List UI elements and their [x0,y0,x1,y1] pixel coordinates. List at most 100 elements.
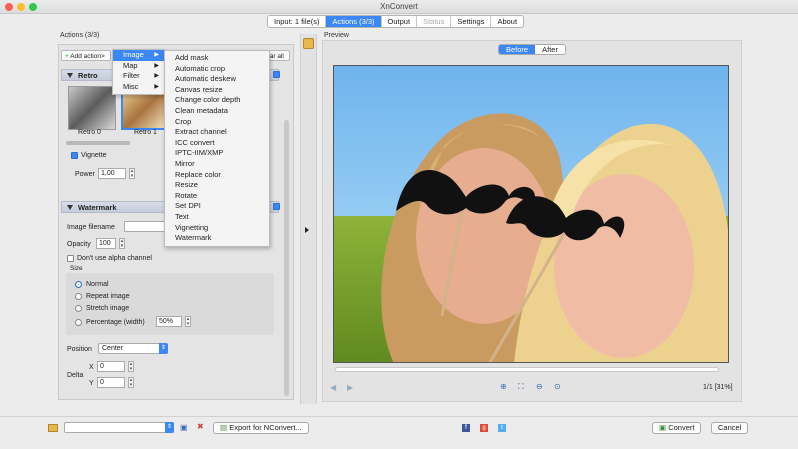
preset-select[interactable]: ⇕ [64,422,174,433]
alpha-channel-label: Don't use alpha channel [77,255,152,262]
preview-scrollbar[interactable] [335,367,719,372]
position-value: Center [102,345,124,352]
zoom-out-icon[interactable]: ⊖ [536,383,543,391]
window-title: XnConvert [380,2,418,11]
page-info: 1/1 [31%] [703,384,733,391]
menu-item-automatic-deskew[interactable]: Automatic deskew [165,74,269,85]
size-repeat-label: Repeat image [86,293,130,300]
tab-about[interactable]: About [491,16,523,27]
chevron-right-icon: ▶ [154,52,159,58]
menu-item-watermark[interactable]: Watermark [165,233,269,244]
tab-output[interactable]: Output [382,16,418,27]
delta-y-input[interactable]: 0 [97,377,125,388]
position-select[interactable]: Center ⇕ [98,343,168,354]
percentage-stepper[interactable]: ▴ ▾ [185,316,191,327]
expand-arrow-icon[interactable] [305,227,309,233]
menu-item-change-color-depth[interactable]: Change color depth [165,95,269,106]
tab-input[interactable]: Input: 1 file(s) [268,16,327,27]
preview-image[interactable] [333,65,729,363]
menu-item-set-dpi[interactable]: Set DPI [165,201,269,212]
watermark-enabled-checkbox[interactable] [273,203,280,210]
tab-actions[interactable]: Actions (3/3) [326,16,382,27]
opacity-label: Opacity [67,241,91,248]
tab-settings[interactable]: Settings [451,16,492,27]
menu-item-clean-metadata[interactable]: Clean metadata [165,106,269,117]
actions-section-label: Actions (3/3) [60,32,100,39]
main-tabs: Input: 1 file(s) Actions (3/3) Output St… [267,15,525,28]
vignette-checkbox[interactable] [71,152,78,159]
percentage-input[interactable]: 50% [156,316,182,327]
menu-item-rotate[interactable]: Rotate [165,191,269,202]
delta-y-stepper[interactable]: ▴ ▾ [128,377,134,388]
opacity-stepper[interactable]: ▴ ▾ [119,238,125,249]
delta-label: Delta [67,372,84,379]
next-page-icon[interactable]: ▶ [347,384,353,392]
convert-icon: ▣ [659,423,667,432]
add-action-button[interactable]: + Add action> [61,50,111,61]
power-input[interactable]: 1,00 [98,168,126,179]
chevron-down-icon: ⇕ [165,422,174,433]
facebook-icon[interactable]: f [462,424,470,432]
twitter-icon[interactable]: t [498,424,506,432]
collapse-triangle-icon [67,205,73,210]
menu-item-automatic-crop[interactable]: Automatic crop [165,64,269,75]
menu-item-text[interactable]: Text [165,212,269,223]
delta-x-label: X [89,364,94,371]
watermark-title: Watermark [78,203,117,212]
thumbnail-scrollbar[interactable] [66,141,130,145]
panel-splitter[interactable] [300,34,317,404]
delta-x-input[interactable]: 0 [97,361,125,372]
menu-item-add-mask[interactable]: Add mask [165,53,269,64]
export-nconvert-button[interactable]: ▤ Export for NConvert... [213,422,309,434]
zoom-in-icon[interactable]: ⊕ [500,383,507,391]
delete-icon[interactable]: ✖ [197,423,204,431]
menu-item-resize[interactable]: Resize [165,180,269,191]
chevron-right-icon: ▶ [154,73,159,80]
nconvert-icon: ▤ [220,423,228,432]
menu-item-misc[interactable]: Misc ▶ [113,82,165,93]
actual-size-icon[interactable]: ⊙ [554,383,561,391]
fit-to-window-icon[interactable]: ⛶ [518,383,524,391]
convert-button[interactable]: ▣ Convert [652,422,702,434]
menu-item-canvas-resize[interactable]: Canvas resize [165,85,269,96]
previous-page-icon[interactable]: ◀ [330,384,336,392]
menu-item-image[interactable]: Image ▶ [113,50,165,61]
position-label: Position [67,346,92,353]
opacity-input[interactable]: 100 [96,238,116,249]
image-filename-input[interactable] [124,221,168,232]
menu-item-crop[interactable]: Crop [165,117,269,128]
delta-x-stepper[interactable]: ▴ ▾ [128,361,134,372]
power-stepper[interactable]: ▴ ▾ [129,168,135,179]
cancel-button[interactable]: Cancel [711,422,749,434]
size-percentage-label: Percentage (width) [86,319,145,326]
menu-item-mirror[interactable]: Mirror [165,159,269,170]
size-repeat-radio[interactable] [75,293,82,300]
retro-0-thumbnail[interactable] [68,86,116,130]
google-plus-icon[interactable]: g [480,424,488,432]
size-normal-radio[interactable] [75,281,82,288]
retro-0-label: Retro 0 [78,129,101,136]
folder-icon[interactable] [48,424,58,432]
alpha-channel-checkbox[interactable] [67,255,74,262]
export-nconvert-label: Export for NConvert... [229,423,302,432]
menu-item-extract-channel[interactable]: Extract channel [165,127,269,138]
image-actions-submenu: Add mask Automatic crop Automatic deskew… [164,50,270,247]
collapse-triangle-icon [67,73,73,78]
size-stretch-radio[interactable] [75,305,82,312]
title-bar: XnConvert [0,0,798,14]
size-percentage-radio[interactable] [75,319,82,326]
size-normal-label: Normal [86,281,109,288]
after-button[interactable]: After [535,45,565,54]
retro-enabled-checkbox[interactable] [273,71,280,78]
menu-item-iptc-iim-xmp[interactable]: IPTC-IIM/XMP [165,148,269,159]
save-icon[interactable]: ▣ [180,424,188,432]
menu-item-icc-convert[interactable]: ICC convert [165,138,269,149]
menu-item-vignetting[interactable]: Vignetting [165,223,269,234]
menu-item-map[interactable]: Map ▶ [113,61,165,72]
chevron-down-icon: ⇕ [159,343,168,354]
menu-item-replace-color[interactable]: Replace color [165,170,269,181]
menu-item-filter[interactable]: Filter ▶ [113,71,165,82]
presets-icon[interactable] [303,38,314,49]
actions-scrollbar[interactable] [284,120,289,396]
before-button[interactable]: Before [499,45,536,54]
